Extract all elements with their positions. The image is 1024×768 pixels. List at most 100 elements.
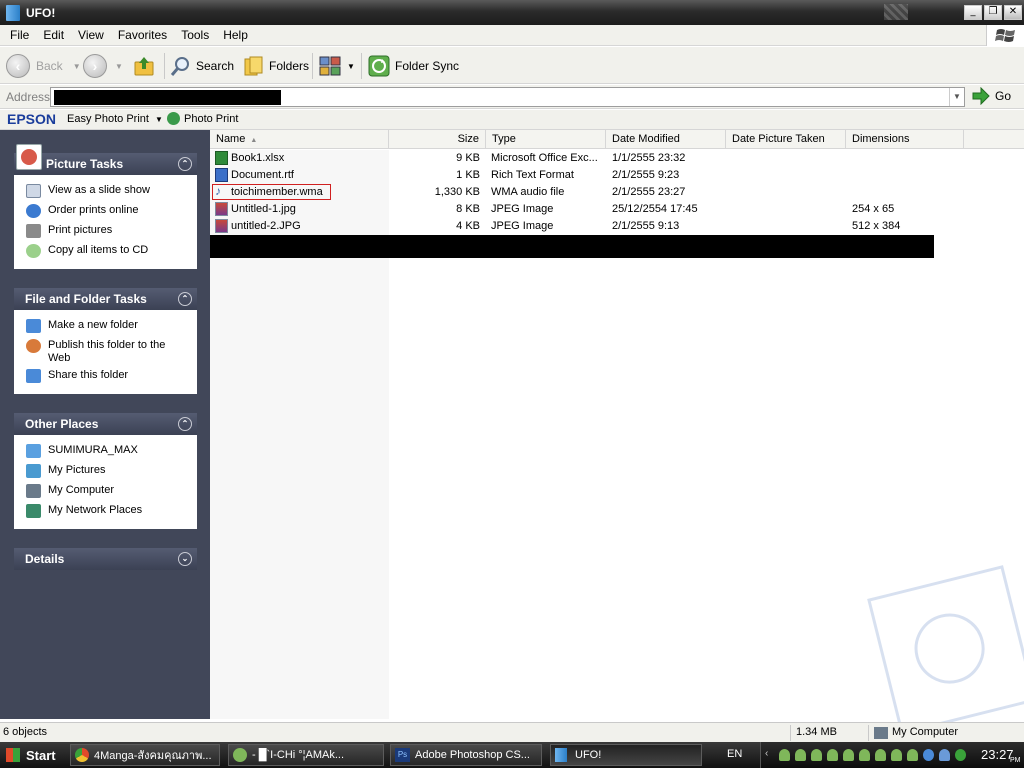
column-size[interactable]: Size xyxy=(389,130,486,149)
network-tray-icon[interactable] xyxy=(923,749,934,761)
messenger-tray-icon[interactable] xyxy=(811,749,822,761)
sumimura-max-link[interactable]: SUMIMURA_MAX xyxy=(14,444,197,464)
back-dropdown-icon[interactable]: ▼ xyxy=(73,62,81,71)
menu-bar: File Edit View Favorites Tools Help xyxy=(0,25,1024,46)
details-header[interactable]: Details ⌄ xyxy=(14,548,197,570)
address-dropdown-icon[interactable]: ▼ xyxy=(949,88,964,106)
close-button[interactable]: ✕ xyxy=(1004,5,1022,20)
file-folder-tasks-panel: File and Folder Tasks ⌃ Make a new folde… xyxy=(14,288,197,394)
views-button[interactable]: ▼ xyxy=(319,52,355,80)
menu-edit[interactable]: Edit xyxy=(36,28,71,42)
taskbar-button-explorer[interactable]: UFO! xyxy=(550,744,702,766)
restore-button[interactable]: ❐ xyxy=(984,5,1002,20)
search-button[interactable]: Search xyxy=(170,52,234,80)
file-folder-tasks-header[interactable]: File and Folder Tasks ⌃ xyxy=(14,288,197,310)
file-row[interactable]: Untitled-1.jpg 8 KB JPEG Image 25/12/255… xyxy=(210,201,1024,218)
expand-chevron-icon[interactable]: ⌄ xyxy=(178,552,192,566)
menu-view[interactable]: View xyxy=(71,28,111,42)
file-row[interactable]: Book1.xlsx 9 KB Microsoft Office Exc... … xyxy=(210,150,1024,167)
copy-to-cd-link[interactable]: Copy all items to CD xyxy=(14,244,197,264)
epson-logo: EPSON xyxy=(7,111,57,127)
column-name[interactable]: Name ▲ xyxy=(210,130,389,149)
order-prints-label: Order prints online xyxy=(48,204,139,216)
file-name: Document.rtf xyxy=(231,169,294,181)
menu-tools[interactable]: Tools xyxy=(174,28,216,42)
file-type: WMA audio file xyxy=(491,186,565,198)
windows-flag-icon xyxy=(994,28,1015,42)
forward-button[interactable]: › ▼ xyxy=(83,52,123,80)
redacted-row xyxy=(210,235,934,258)
messenger-tray-icon[interactable] xyxy=(843,749,854,761)
messenger-tray-icon[interactable] xyxy=(891,749,902,761)
messenger-tray-icon[interactable] xyxy=(827,749,838,761)
column-date-modified[interactable]: Date Modified xyxy=(606,130,726,149)
up-folder-button[interactable] xyxy=(132,52,156,80)
file-row[interactable]: untitled-2.JPG 4 KB JPEG Image 2/1/2555 … xyxy=(210,218,1024,235)
picture-tasks-header[interactable]: Picture Tasks ⌃ xyxy=(14,144,197,175)
publish-web-label: Publish this folder to the Web xyxy=(48,339,166,364)
search-icon xyxy=(170,57,189,76)
collapse-chevron-icon[interactable]: ⌃ xyxy=(178,157,192,171)
my-computer-link[interactable]: My Computer xyxy=(14,484,197,504)
folder-sync-button[interactable]: Folder Sync xyxy=(368,52,459,80)
make-new-folder-label: Make a new folder xyxy=(48,319,138,331)
column-dimensions-label: Dimensions xyxy=(852,133,910,145)
language-indicator[interactable]: EN xyxy=(727,748,742,760)
messenger-tray-icon[interactable] xyxy=(939,749,950,761)
window-title: UFO! xyxy=(26,5,56,20)
column-date-picture-taken[interactable]: Date Picture Taken xyxy=(726,130,846,149)
tray-expand-icon[interactable]: ‹ xyxy=(765,748,768,759)
photoshop-icon: Ps xyxy=(395,748,410,762)
make-new-folder-link[interactable]: Make a new folder xyxy=(14,319,197,339)
taskbar-button-chrome[interactable]: 4Manga-สังคมคุณภาพ... xyxy=(70,744,220,766)
folders-label: Folders xyxy=(269,59,310,73)
messenger-tray-icon[interactable] xyxy=(907,749,918,761)
menu-help[interactable]: Help xyxy=(216,28,255,42)
menu-favorites[interactable]: Favorites xyxy=(111,28,174,42)
computer-icon xyxy=(874,727,888,739)
minimize-button[interactable]: _ xyxy=(964,5,982,20)
selection-size: 1.34 MB xyxy=(796,726,837,738)
address-input[interactable]: ▼ xyxy=(50,87,965,107)
back-button[interactable]: ‹ Back ▼ xyxy=(6,52,81,80)
order-prints-link[interactable]: Order prints online xyxy=(14,204,197,224)
my-pictures-label: My Pictures xyxy=(48,464,106,476)
publish-web-icon xyxy=(26,339,41,353)
collapse-chevron-icon[interactable]: ⌃ xyxy=(178,417,192,431)
folder-sync-icon xyxy=(368,55,390,77)
messenger-tray-icon[interactable] xyxy=(795,749,806,761)
messenger-tray-icon[interactable] xyxy=(779,749,790,761)
my-computer-label: My Computer xyxy=(48,484,115,496)
new-folder-icon xyxy=(26,319,41,333)
messenger-tray-icon[interactable] xyxy=(875,749,886,761)
file-row[interactable]: ♪ toichimember.wma 1,330 KB WMA audio fi… xyxy=(210,184,1024,201)
clock[interactable]: 23:27 xyxy=(981,747,1014,762)
start-button[interactable]: Start xyxy=(0,742,60,768)
view-slideshow-link[interactable]: View as a slide show xyxy=(14,184,197,204)
file-type: JPEG Image xyxy=(491,220,554,232)
photo-print-button[interactable]: Photo Print xyxy=(167,112,238,125)
other-places-header[interactable]: Other Places ⌃ xyxy=(14,413,197,435)
menu-file[interactable]: File xyxy=(0,28,36,42)
collapse-chevron-icon[interactable]: ⌃ xyxy=(178,292,192,306)
my-network-places-link[interactable]: My Network Places xyxy=(14,504,197,524)
network-icon xyxy=(26,504,41,518)
taskbar-button-messenger[interactable]: - █`I-CHi °¦AMAk... xyxy=(228,744,384,766)
easy-photo-print-button[interactable]: Easy Photo Print ▼ xyxy=(67,113,163,125)
image-file-icon xyxy=(215,202,228,216)
file-row[interactable]: Document.rtf 1 KB Rich Text Format 2/1/2… xyxy=(210,167,1024,184)
my-pictures-link[interactable]: My Pictures xyxy=(14,464,197,484)
print-pictures-link[interactable]: Print pictures xyxy=(14,224,197,244)
cd-icon xyxy=(26,244,41,258)
taskbar-button-photoshop[interactable]: Ps Adobe Photoshop CS... xyxy=(390,744,542,766)
share-folder-link[interactable]: Share this folder xyxy=(14,369,197,389)
go-button[interactable]: Go xyxy=(972,87,1011,105)
publish-web-link[interactable]: Publish this folder to the Web xyxy=(14,339,197,369)
column-dimensions[interactable]: Dimensions xyxy=(846,130,964,149)
info-tray-icon[interactable] xyxy=(955,749,966,761)
folders-button[interactable]: Folders xyxy=(243,52,309,80)
column-type[interactable]: Type xyxy=(486,130,606,149)
file-dimensions: 254 x 65 xyxy=(852,203,895,215)
messenger-tray-icon[interactable] xyxy=(859,749,870,761)
forward-dropdown-icon[interactable]: ▼ xyxy=(115,62,123,71)
